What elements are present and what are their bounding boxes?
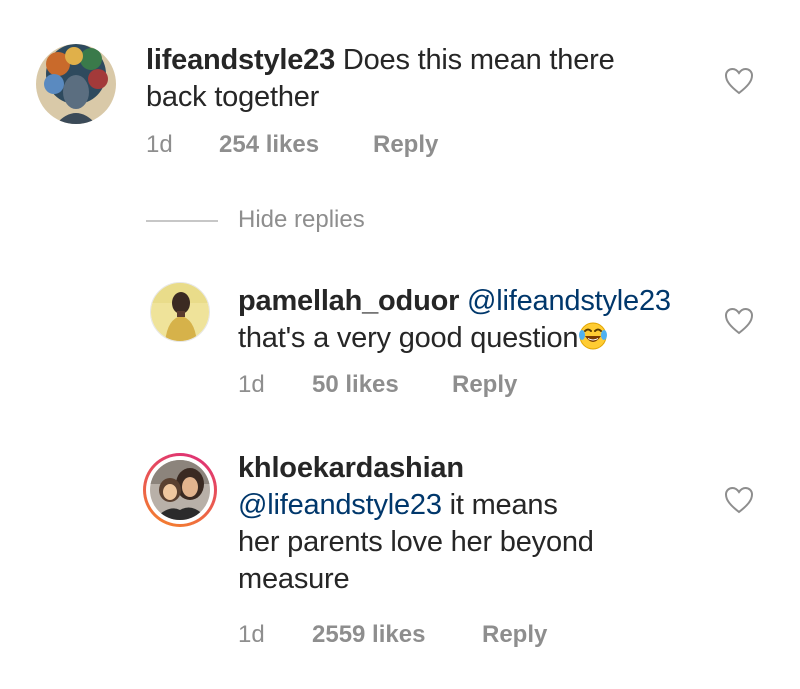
comment-text-line: that's a very good question [238,322,579,354]
comment-lifeandstyle23: lifeandstyle23 Does this mean there back… [0,0,800,200]
reply-button[interactable]: Reply [482,620,547,650]
comment-text: pamellah_oduor @lifeandstyle23 that's a … [238,283,738,357]
comment-time: 1d [146,131,173,158]
profile-photo-person-icon [151,283,209,341]
face-with-tears-of-joy-icon [579,322,608,350]
comment-time: 1d [238,621,265,648]
reply-button[interactable]: Reply [373,130,438,160]
comment-username[interactable]: pamellah_oduor [238,285,459,317]
profile-photo-story-ring-icon [150,460,210,520]
avatar-pamellah-oduor[interactable] [150,282,210,342]
heart-icon[interactable] [724,486,754,514]
comment-username[interactable]: lifeandstyle23 [146,44,335,76]
mention-link[interactable]: @lifeandstyle23 [238,489,442,521]
avatar-lifeandstyle23[interactable] [36,44,116,124]
comment-khloekardashian: khloekardashian @lifeandstyle23 it means… [0,440,800,680]
comment-username[interactable]: khloekardashian [238,452,464,484]
heart-icon[interactable] [724,67,754,95]
heart-icon[interactable] [724,307,754,335]
likes-count[interactable]: 254 likes [219,130,319,160]
comment-text-line-1: it means [449,489,558,521]
comment-pamellah-oduor: pamellah_oduor @lifeandstyle23 that's a … [0,270,800,420]
profile-photo-colorful-hair-icon [36,44,116,124]
comment-meta: 1d 50 likes Reply [238,370,638,400]
comment-text: khloekardashian @lifeandstyle23 it means… [238,450,738,598]
comment-meta: 1d 254 likes Reply [146,130,546,160]
reply-button[interactable]: Reply [452,370,517,400]
avatar-khloekardashian-story-ring[interactable] [143,453,217,527]
hide-replies-label[interactable]: Hide replies [238,203,365,237]
hide-replies-toggle[interactable]: Hide replies [146,203,446,237]
comment-meta: 1d 2559 likes Reply [238,620,638,650]
comment-text: lifeandstyle23 Does this mean there back… [146,42,706,116]
mention-link[interactable]: @lifeandstyle23 [467,285,671,317]
comment-text-line-1: Does this mean there [342,44,615,76]
likes-count[interactable]: 2559 likes [312,620,425,650]
comment-text-line-2: back together [146,81,320,113]
likes-count[interactable]: 50 likes [312,370,399,400]
comment-text-line-3: measure [238,563,350,595]
comment-time: 1d [238,371,265,398]
divider [146,220,218,222]
comment-text-line-2: her parents love her beyond [238,526,594,558]
